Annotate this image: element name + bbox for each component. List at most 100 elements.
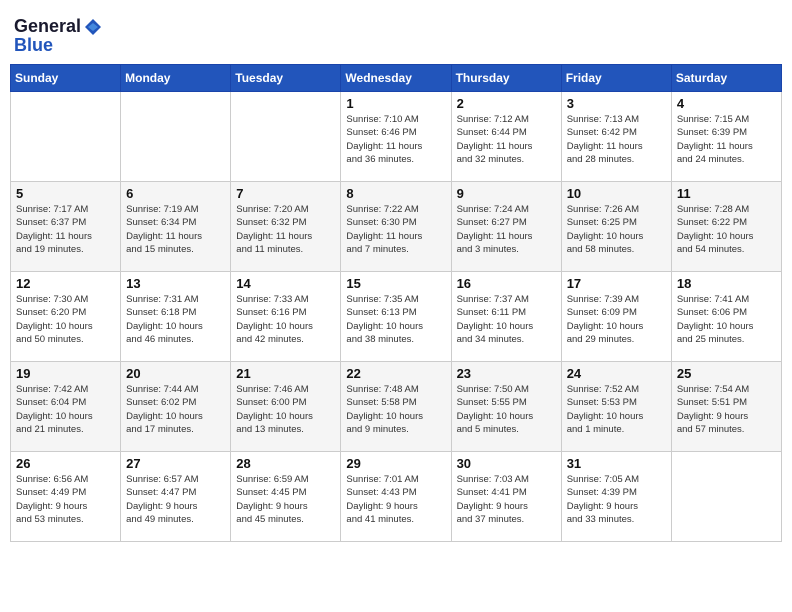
day-info: Sunrise: 6:59 AM Sunset: 4:45 PM Dayligh…	[236, 473, 335, 526]
calendar-cell	[121, 92, 231, 182]
calendar-cell: 24Sunrise: 7:52 AM Sunset: 5:53 PM Dayli…	[561, 362, 671, 452]
calendar-week-row: 26 Sunrise: 6:56 AM Sunset: 4:49 PM Dayli…	[11, 452, 782, 542]
day-info: Sunrise: 7:17 AM Sunset: 6:37 PM Dayligh…	[16, 203, 115, 256]
day-info: Sunrise: 7:26 AM Sunset: 6:25 PM Dayligh…	[567, 203, 666, 256]
day-number: 7	[236, 186, 335, 201]
day-number: 28	[236, 456, 335, 471]
day-number: 20	[126, 366, 225, 381]
day-info: Sunrise: 7:48 AM Sunset: 5:58 PM Dayligh…	[346, 383, 445, 436]
calendar-cell: 25Sunrise: 7:54 AM Sunset: 5:51 PM Dayli…	[671, 362, 781, 452]
day-number: 2	[457, 96, 556, 111]
calendar-cell: 11 Sunrise: 7:28 AM Sunset: 6:22 PM Dayli…	[671, 182, 781, 272]
day-info: Sunrise: 7:28 AM Sunset: 6:22 PM Dayligh…	[677, 203, 776, 256]
day-number: 12	[16, 276, 115, 291]
day-info: Sunrise: 7:05 AM Sunset: 4:39 PM Dayligh…	[567, 473, 666, 526]
day-info: Sunrise: 7:44 AM Sunset: 6:02 PM Dayligh…	[126, 383, 225, 436]
calendar-cell: 7 Sunrise: 7:20 AM Sunset: 6:32 PM Daylig…	[231, 182, 341, 272]
day-number: 30	[457, 456, 556, 471]
logo-blue-text: Blue	[14, 35, 53, 56]
day-number: 10	[567, 186, 666, 201]
day-number: 19	[16, 366, 115, 381]
day-info: Sunrise: 7:03 AM Sunset: 4:41 PM Dayligh…	[457, 473, 556, 526]
calendar-cell: 14 Sunrise: 7:33 AM Sunset: 6:16 PM Dayli…	[231, 272, 341, 362]
day-info: Sunrise: 7:30 AM Sunset: 6:20 PM Dayligh…	[16, 293, 115, 346]
day-of-week-header: Tuesday	[231, 65, 341, 92]
calendar-cell	[231, 92, 341, 182]
day-number: 11	[677, 186, 776, 201]
day-info: Sunrise: 7:20 AM Sunset: 6:32 PM Dayligh…	[236, 203, 335, 256]
day-number: 24	[567, 366, 666, 381]
calendar-cell: 17Sunrise: 7:39 AM Sunset: 6:09 PM Dayli…	[561, 272, 671, 362]
day-info: Sunrise: 6:57 AM Sunset: 4:47 PM Dayligh…	[126, 473, 225, 526]
calendar-cell: 8 Sunrise: 7:22 AM Sunset: 6:30 PM Daylig…	[341, 182, 451, 272]
day-info: Sunrise: 7:01 AM Sunset: 4:43 PM Dayligh…	[346, 473, 445, 526]
calendar-cell: 4Sunrise: 7:15 AM Sunset: 6:39 PM Daylig…	[671, 92, 781, 182]
calendar-cell	[11, 92, 121, 182]
day-info: Sunrise: 7:37 AM Sunset: 6:11 PM Dayligh…	[457, 293, 556, 346]
day-number: 25	[677, 366, 776, 381]
day-info: Sunrise: 7:50 AM Sunset: 5:55 PM Dayligh…	[457, 383, 556, 436]
calendar-cell: 26 Sunrise: 6:56 AM Sunset: 4:49 PM Dayli…	[11, 452, 121, 542]
day-number: 8	[346, 186, 445, 201]
day-info: Sunrise: 7:24 AM Sunset: 6:27 PM Dayligh…	[457, 203, 556, 256]
logo: General Blue	[14, 16, 103, 56]
calendar-cell: 27 Sunrise: 6:57 AM Sunset: 4:47 PM Dayli…	[121, 452, 231, 542]
calendar-table: SundayMondayTuesdayWednesdayThursdayFrid…	[10, 64, 782, 542]
logo-general-text: General	[14, 16, 81, 37]
day-info: Sunrise: 7:19 AM Sunset: 6:34 PM Dayligh…	[126, 203, 225, 256]
calendar-cell: 15Sunrise: 7:35 AM Sunset: 6:13 PM Dayli…	[341, 272, 451, 362]
day-number: 15	[346, 276, 445, 291]
day-info: Sunrise: 7:41 AM Sunset: 6:06 PM Dayligh…	[677, 293, 776, 346]
calendar-cell: 28 Sunrise: 6:59 AM Sunset: 4:45 PM Dayli…	[231, 452, 341, 542]
calendar-cell: 20 Sunrise: 7:44 AM Sunset: 6:02 PM Dayli…	[121, 362, 231, 452]
day-number: 13	[126, 276, 225, 291]
calendar-week-row: 19 Sunrise: 7:42 AM Sunset: 6:04 PM Dayli…	[11, 362, 782, 452]
calendar-week-row: 12 Sunrise: 7:30 AM Sunset: 6:20 PM Dayli…	[11, 272, 782, 362]
day-number: 22	[346, 366, 445, 381]
day-of-week-header: Friday	[561, 65, 671, 92]
day-info: Sunrise: 7:33 AM Sunset: 6:16 PM Dayligh…	[236, 293, 335, 346]
calendar-cell: 5 Sunrise: 7:17 AM Sunset: 6:37 PM Daylig…	[11, 182, 121, 272]
calendar-cell: 6 Sunrise: 7:19 AM Sunset: 6:34 PM Daylig…	[121, 182, 231, 272]
day-info: Sunrise: 7:13 AM Sunset: 6:42 PM Dayligh…	[567, 113, 666, 166]
day-number: 5	[16, 186, 115, 201]
day-number: 18	[677, 276, 776, 291]
calendar-cell: 13 Sunrise: 7:31 AM Sunset: 6:18 PM Dayli…	[121, 272, 231, 362]
day-info: Sunrise: 7:42 AM Sunset: 6:04 PM Dayligh…	[16, 383, 115, 436]
day-of-week-header: Wednesday	[341, 65, 451, 92]
calendar-cell: 30 Sunrise: 7:03 AM Sunset: 4:41 PM Dayli…	[451, 452, 561, 542]
calendar-cell: 22 Sunrise: 7:48 AM Sunset: 5:58 PM Dayli…	[341, 362, 451, 452]
day-info: Sunrise: 7:12 AM Sunset: 6:44 PM Dayligh…	[457, 113, 556, 166]
calendar-cell: 10 Sunrise: 7:26 AM Sunset: 6:25 PM Dayli…	[561, 182, 671, 272]
calendar-cell: 9 Sunrise: 7:24 AM Sunset: 6:27 PM Daylig…	[451, 182, 561, 272]
calendar-week-row: 5 Sunrise: 7:17 AM Sunset: 6:37 PM Daylig…	[11, 182, 782, 272]
calendar-cell: 19 Sunrise: 7:42 AM Sunset: 6:04 PM Dayli…	[11, 362, 121, 452]
calendar-header-row: SundayMondayTuesdayWednesdayThursdayFrid…	[11, 65, 782, 92]
day-number: 29	[346, 456, 445, 471]
calendar-cell	[671, 452, 781, 542]
day-info: Sunrise: 6:56 AM Sunset: 4:49 PM Dayligh…	[16, 473, 115, 526]
day-info: Sunrise: 7:15 AM Sunset: 6:39 PM Dayligh…	[677, 113, 776, 166]
calendar-cell: 31 Sunrise: 7:05 AM Sunset: 4:39 PM Dayli…	[561, 452, 671, 542]
calendar-cell: 2 Sunrise: 7:12 AM Sunset: 6:44 PM Daylig…	[451, 92, 561, 182]
day-of-week-header: Thursday	[451, 65, 561, 92]
day-number: 6	[126, 186, 225, 201]
day-of-week-header: Sunday	[11, 65, 121, 92]
calendar-week-row: 1Sunrise: 7:10 AM Sunset: 6:46 PM Daylig…	[11, 92, 782, 182]
day-of-week-header: Monday	[121, 65, 231, 92]
day-info: Sunrise: 7:22 AM Sunset: 6:30 PM Dayligh…	[346, 203, 445, 256]
day-number: 14	[236, 276, 335, 291]
calendar-cell: 23Sunrise: 7:50 AM Sunset: 5:55 PM Dayli…	[451, 362, 561, 452]
day-number: 1	[346, 96, 445, 111]
calendar-cell: 18 Sunrise: 7:41 AM Sunset: 6:06 PM Dayli…	[671, 272, 781, 362]
calendar-cell: 29 Sunrise: 7:01 AM Sunset: 4:43 PM Dayli…	[341, 452, 451, 542]
day-number: 31	[567, 456, 666, 471]
calendar-cell: 21Sunrise: 7:46 AM Sunset: 6:00 PM Dayli…	[231, 362, 341, 452]
day-info: Sunrise: 7:31 AM Sunset: 6:18 PM Dayligh…	[126, 293, 225, 346]
logo-icon	[83, 17, 103, 37]
day-number: 9	[457, 186, 556, 201]
calendar-cell: 1Sunrise: 7:10 AM Sunset: 6:46 PM Daylig…	[341, 92, 451, 182]
day-number: 27	[126, 456, 225, 471]
day-number: 3	[567, 96, 666, 111]
day-number: 26	[16, 456, 115, 471]
